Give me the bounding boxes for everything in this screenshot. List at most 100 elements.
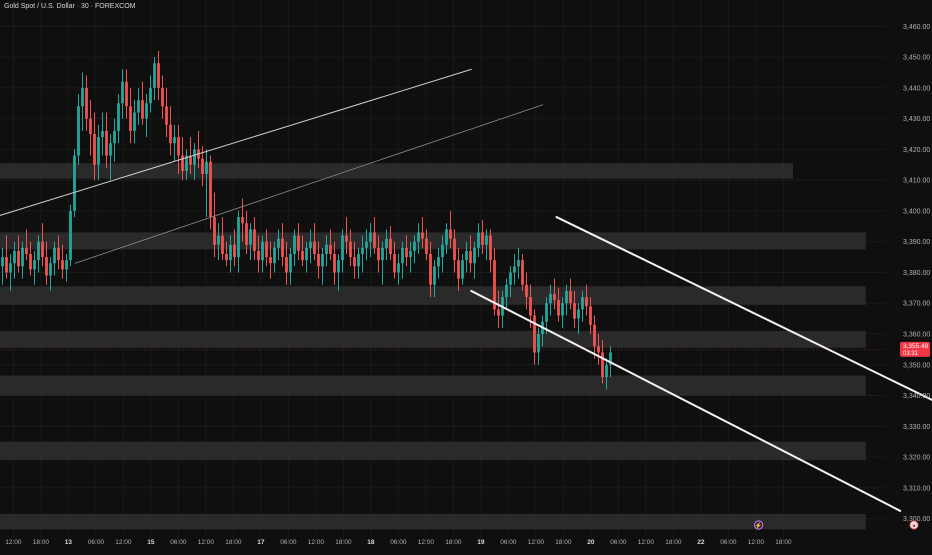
candle-body[interactable] [149, 88, 152, 103]
candle-body[interactable] [477, 232, 480, 247]
candle-body[interactable] [605, 365, 608, 377]
candle-body[interactable] [301, 251, 304, 260]
candle-body[interactable] [101, 131, 104, 137]
candle-body[interactable] [405, 248, 408, 257]
candle-body[interactable] [177, 137, 180, 155]
candle-body[interactable] [521, 260, 524, 285]
candle-body[interactable] [589, 306, 592, 324]
candle-body[interactable] [109, 143, 112, 155]
candle-body[interactable] [201, 159, 204, 174]
candle-body[interactable] [573, 303, 576, 318]
candle-body[interactable] [553, 294, 556, 300]
candle-body[interactable] [529, 297, 532, 315]
candle-body[interactable] [81, 88, 84, 106]
candle-body[interactable] [549, 294, 552, 303]
candle-body[interactable] [205, 162, 208, 174]
candle-body[interactable] [537, 334, 540, 352]
candle-body[interactable] [309, 242, 312, 248]
candle-body[interactable] [129, 106, 132, 131]
candle-body[interactable] [329, 245, 332, 254]
candle-body[interactable] [353, 257, 356, 266]
candle-body[interactable] [105, 131, 108, 156]
candle-body[interactable] [373, 232, 376, 247]
candle-body[interactable] [453, 239, 456, 261]
candle-body[interactable] [285, 257, 288, 272]
candle-body[interactable] [465, 251, 468, 260]
candle-body[interactable] [89, 119, 92, 134]
candle-body[interactable] [57, 248, 60, 260]
candle-body[interactable] [53, 248, 56, 263]
candle-body[interactable] [237, 217, 240, 257]
candle-body[interactable] [557, 300, 560, 315]
candle-body[interactable] [225, 254, 228, 260]
candle-body[interactable] [73, 156, 76, 211]
zone-3343[interactable] [0, 376, 866, 396]
candle-body[interactable] [325, 245, 328, 254]
candle-body[interactable] [497, 309, 500, 315]
candle-body[interactable] [349, 242, 352, 257]
candle-body[interactable] [117, 103, 120, 131]
candle-body[interactable] [505, 285, 508, 297]
candle-body[interactable] [25, 248, 28, 254]
candle-body[interactable] [213, 217, 216, 245]
candle-body[interactable] [413, 242, 416, 251]
candle-body[interactable] [125, 82, 128, 107]
candle-body[interactable] [17, 251, 20, 266]
candle-body[interactable] [545, 303, 548, 321]
candle-body[interactable] [253, 229, 256, 251]
candle-body[interactable] [221, 236, 224, 254]
candle-body[interactable] [193, 149, 196, 164]
candle-body[interactable] [289, 254, 292, 272]
candle-body[interactable] [113, 131, 116, 143]
candle-body[interactable] [601, 352, 604, 377]
candle-body[interactable] [9, 263, 12, 272]
candle-body[interactable] [593, 325, 596, 347]
candle-body[interactable] [41, 242, 44, 257]
candle-body[interactable] [485, 236, 488, 245]
candle-body[interactable] [133, 112, 136, 130]
candle-body[interactable] [269, 257, 272, 263]
candle-body[interactable] [97, 137, 100, 165]
candle-body[interactable] [297, 236, 300, 251]
candle-body[interactable] [421, 232, 424, 238]
candle-body[interactable] [229, 245, 232, 260]
candle-body[interactable] [489, 236, 492, 261]
candle-body[interactable] [69, 211, 72, 260]
candle-body[interactable] [273, 248, 276, 263]
zone-3358[interactable] [0, 331, 866, 348]
candle-body[interactable] [461, 260, 464, 278]
candle-body[interactable] [377, 248, 380, 260]
candle-body[interactable] [473, 248, 476, 263]
candle-body[interactable] [265, 242, 268, 257]
candle-body[interactable] [445, 229, 448, 244]
candle-body[interactable] [385, 239, 388, 248]
candle-body[interactable] [337, 260, 340, 272]
candle-body[interactable] [317, 254, 320, 266]
candle-body[interactable] [141, 100, 144, 118]
candle-body[interactable] [449, 229, 452, 238]
candle-body[interactable] [217, 236, 220, 245]
candle-body[interactable] [333, 254, 336, 272]
candle-body[interactable] [397, 263, 400, 272]
candle-body[interactable] [409, 251, 412, 257]
candle-body[interactable] [169, 125, 172, 143]
candle-body[interactable] [513, 266, 516, 272]
candle-body[interactable] [157, 63, 160, 88]
chart-area[interactable]: 3,460.003,450.003,440.003,430.003,420.00… [0, 0, 932, 550]
candle-body[interactable] [33, 260, 36, 269]
candle-body[interactable] [49, 263, 52, 275]
candle-body[interactable] [581, 297, 584, 309]
candle-body[interactable] [145, 103, 148, 118]
candle-body[interactable] [313, 242, 316, 254]
candle-body[interactable] [561, 303, 564, 315]
candle-body[interactable] [341, 236, 344, 261]
candle-body[interactable] [5, 257, 8, 272]
zone-3390[interactable] [0, 232, 866, 249]
candle-body[interactable] [569, 291, 572, 303]
candle-body[interactable] [565, 291, 568, 303]
candle-body[interactable] [261, 242, 264, 260]
candle-body[interactable] [321, 254, 324, 266]
candle-body[interactable] [429, 254, 432, 285]
candle-body[interactable] [433, 266, 436, 284]
candle-body[interactable] [257, 251, 260, 260]
